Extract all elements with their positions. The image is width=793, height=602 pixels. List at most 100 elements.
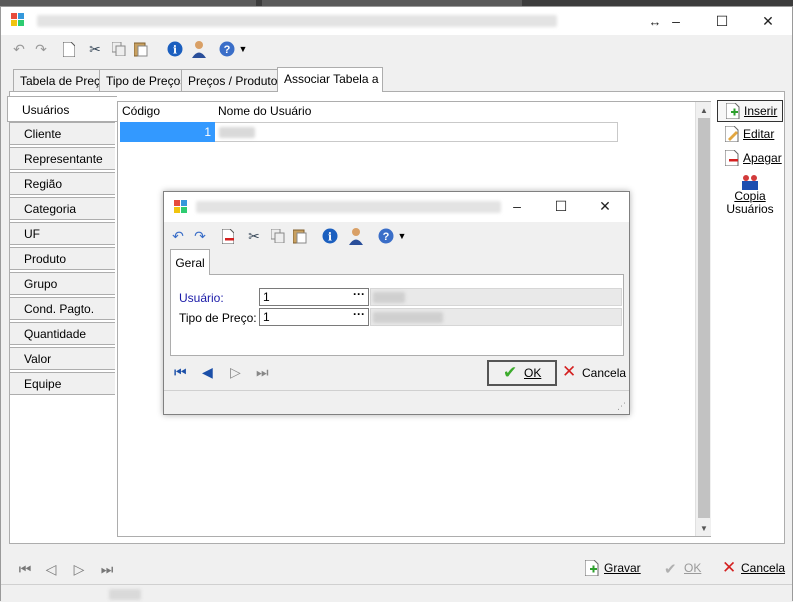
save-document-icon <box>584 559 599 579</box>
scroll-up-icon[interactable]: ▲ <box>696 102 712 118</box>
copy-icon[interactable] <box>109 39 129 59</box>
dialog-toolbar: ↶ ↷ ✂ i ? ▼ <box>164 224 629 248</box>
cancel-x-icon: ✕ <box>562 362 577 381</box>
cell-codigo[interactable]: 1 <box>120 122 215 142</box>
column-header-nome[interactable]: Nome do Usuário <box>218 104 311 118</box>
previous-record-icon[interactable]: ◀ <box>202 364 222 384</box>
side-tab-representante[interactable]: Representante <box>9 147 115 170</box>
side-tab-cliente[interactable]: Cliente <box>9 122 115 145</box>
previous-record-icon[interactable]: ◁ <box>41 559 61 579</box>
side-tab-valor[interactable]: Valor <box>9 347 115 370</box>
maximize-button[interactable]: ☐ <box>699 7 745 35</box>
toolbar: ↶ ↷ ✂ i ? ▼ <box>1 35 792 63</box>
dialog-status-bar: ⋰ <box>164 390 629 414</box>
tab-associar-tabela[interactable]: Associar Tabela a <box>277 67 383 92</box>
column-header-codigo[interactable]: Código <box>122 104 160 118</box>
user-support-icon[interactable] <box>346 226 366 246</box>
cancel-x-icon: ✕ <box>722 558 737 577</box>
vertical-scrollbar[interactable]: ▲ ▼ <box>695 102 711 536</box>
copia-usuarios-button[interactable]: Copia Usuários <box>717 174 783 218</box>
side-tab-usuarios[interactable]: Usuários <box>7 96 117 122</box>
help-dropdown-icon[interactable]: ▼ <box>233 39 253 59</box>
dialog-app-icon <box>174 200 188 214</box>
status-bar <box>1 584 792 602</box>
dialog-title-redacted <box>196 201 501 213</box>
info-icon[interactable]: i <box>320 226 340 246</box>
check-icon: ✔ <box>503 363 518 382</box>
svg-text:i: i <box>328 231 332 244</box>
undo-icon[interactable]: ↶ <box>168 226 188 246</box>
scrollbar-thumb[interactable] <box>698 118 710 518</box>
copy-users-icon <box>740 174 760 190</box>
cut-icon[interactable]: ✂ <box>244 226 264 246</box>
last-record-icon[interactable]: ⏭ <box>97 559 117 579</box>
lookup-ellipsis-icon[interactable]: ··· <box>353 286 365 302</box>
copy-icon[interactable] <box>268 226 288 246</box>
new-document-icon[interactable] <box>59 39 79 59</box>
next-record-icon[interactable]: ▷ <box>69 559 89 579</box>
scroll-down-icon[interactable]: ▼ <box>696 520 712 536</box>
side-tab-produto[interactable]: Produto <box>9 247 115 270</box>
apagar-button[interactable]: Apagar <box>717 148 783 170</box>
usuario-description <box>370 288 622 306</box>
insert-document-icon <box>725 102 740 120</box>
inserir-button[interactable]: Inserir <box>717 100 783 122</box>
dialog-cancela-button[interactable]: ✕ Cancela <box>562 362 626 385</box>
cell-nome[interactable] <box>215 122 618 142</box>
usuario-label: Usuário: <box>179 291 224 305</box>
usuario-field[interactable]: 1 ··· <box>259 286 369 306</box>
side-tab-cond-pagto[interactable]: Cond. Pagto. <box>9 297 115 320</box>
delete-document-icon[interactable] <box>218 226 238 246</box>
help-dropdown-icon[interactable]: ▼ <box>392 226 412 246</box>
gravar-button[interactable]: Gravar <box>584 559 645 579</box>
last-record-icon[interactable]: ⏭ <box>256 364 276 384</box>
usuario-value: 1 <box>263 290 270 304</box>
tipo-de-preco-label: Tipo de Preço: <box>179 311 257 325</box>
undo-icon[interactable]: ↶ <box>9 39 29 59</box>
window-title-redacted <box>37 15 557 27</box>
dialog-minimize-button[interactable]: – <box>494 192 540 220</box>
redacted-text <box>219 127 255 138</box>
next-record-icon[interactable]: ▷ <box>230 364 250 384</box>
side-tab-uf[interactable]: UF <box>9 222 115 245</box>
app-icon <box>11 13 25 27</box>
svg-text:?: ? <box>383 231 390 243</box>
dialog-ok-button[interactable]: ✔ OK <box>487 360 557 386</box>
user-support-icon[interactable] <box>189 39 209 59</box>
side-tab-categoria[interactable]: Categoria <box>9 197 115 220</box>
minimize-button[interactable]: – <box>653 7 699 35</box>
tipo-de-preco-description <box>370 308 622 326</box>
side-tab-grupo[interactable]: Grupo <box>9 272 115 295</box>
dialog-tab-page: Usuário: 1 ··· Tipo de Preço: 1 ··· <box>170 274 624 356</box>
lookup-ellipsis-icon[interactable]: ··· <box>353 306 365 322</box>
cancela-button[interactable]: ✕ Cancela <box>722 558 785 578</box>
svg-text:?: ? <box>224 44 231 56</box>
side-tab-quantidade[interactable]: Quantidade <box>9 322 115 345</box>
check-icon: ✔ <box>664 561 677 578</box>
first-record-icon[interactable]: ⏮ <box>174 364 194 384</box>
redo-icon[interactable]: ↷ <box>190 226 210 246</box>
editar-button[interactable]: Editar <box>717 124 783 146</box>
tipo-de-preco-field[interactable]: 1 ··· <box>259 306 369 326</box>
side-tab-equipe[interactable]: Equipe <box>9 372 115 395</box>
edit-dialog: – ☐ ✕ ↶ ↷ ✂ i ? ▼ Geral Usuário: 1 ··· T… <box>163 191 630 415</box>
first-record-icon[interactable]: ⏮ <box>15 559 35 579</box>
ok-button-disabled[interactable]: ✔ OK <box>664 560 704 578</box>
resize-grip-icon[interactable]: ⋰ <box>617 401 626 412</box>
redacted-status <box>109 589 141 600</box>
side-tab-regiao[interactable]: Região <box>9 172 115 195</box>
svg-text:i: i <box>173 44 177 57</box>
info-icon[interactable]: i <box>165 39 185 59</box>
redacted-text <box>373 312 443 323</box>
tab-geral[interactable]: Geral <box>170 249 210 275</box>
paste-icon[interactable] <box>131 39 151 59</box>
redo-icon[interactable]: ↷ <box>31 39 51 59</box>
table-row[interactable]: 1 <box>118 122 618 142</box>
dialog-maximize-button[interactable]: ☐ <box>538 192 584 220</box>
paste-icon[interactable] <box>290 226 310 246</box>
tab-precos-produtos[interactable]: Preços / Produtos <box>181 69 291 91</box>
close-button[interactable]: ✕ <box>745 7 791 35</box>
cut-icon[interactable]: ✂ <box>85 39 105 59</box>
tab-tipo-de-precos[interactable]: Tipo de Preços <box>99 69 194 91</box>
dialog-close-button[interactable]: ✕ <box>582 192 628 220</box>
